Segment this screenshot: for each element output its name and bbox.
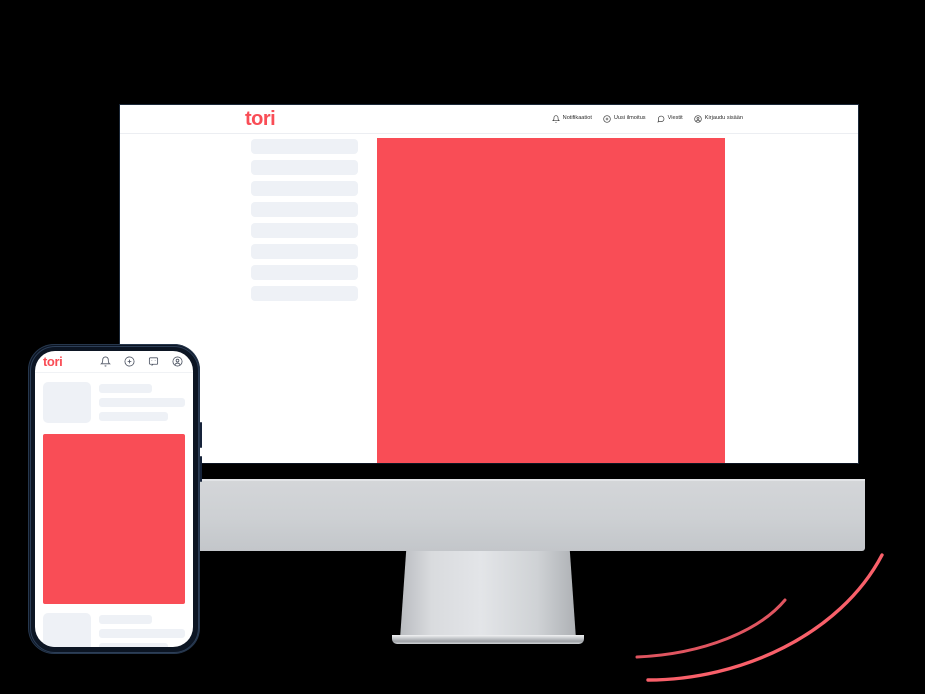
user-circle-icon[interactable] [172,356,183,367]
thumbnail-placeholder [43,613,91,647]
smartphone: tori [28,344,202,654]
bell-icon [551,115,560,123]
plus-circle-icon[interactable] [124,356,135,367]
user-circle-icon [694,115,702,123]
list-item [251,160,358,175]
tori-logo[interactable]: tori [245,108,276,130]
text-line [99,629,185,638]
thumbnail-placeholder [43,382,91,423]
scene-canvas: tori Notifikaatiot Uusi ilmoitus Viestit… [0,0,925,694]
list-item [251,265,358,280]
list-item [251,181,358,196]
list-item [251,223,358,238]
app-header: tori [35,351,193,373]
text-placeholder-lines [99,613,185,647]
text-line [99,412,168,421]
nav-item-kirjaudu-sisaan[interactable]: Kirjaudu sisään [694,115,743,123]
phone-screen: tori [35,351,193,647]
bell-icon[interactable] [100,356,111,367]
nav-item-label: Uusi ilmoitus [613,115,646,122]
text-line [99,643,168,647]
desktop-monitor: tori Notifikaatiot Uusi ilmoitus Viestit… [119,104,859,464]
monitor-stand-neck [400,551,576,639]
app-body [35,373,193,647]
tori-logo-mobile[interactable]: tori [43,354,63,369]
monitor-chin-highlight [197,479,865,481]
sidebar-placeholder-list [251,139,358,307]
decorative-arcs [635,553,884,682]
monitor-stand-base [392,635,584,644]
nav-item-label: Viestit [667,115,683,122]
plus-circle-icon [603,115,611,123]
site-header: tori Notifikaatiot Uusi ilmoitus Viestit… [120,105,858,134]
app-header-icons [100,356,185,367]
nav-item-viestit[interactable]: Viestit [657,115,683,123]
text-placeholder-lines [99,382,185,426]
nav-item-notifikaatiot[interactable]: Notifikaatiot [551,115,592,123]
text-line [99,615,153,624]
nav-item-label: Notifikaatiot [562,115,592,122]
list-item [251,286,358,301]
list-item [43,382,185,426]
phone-volume-button[interactable] [200,422,202,448]
site-nav: Notifikaatiot Uusi ilmoitus Viestit Kirj… [551,105,743,133]
phone-power-button[interactable] [200,456,202,482]
message-icon[interactable] [148,356,159,367]
text-line [99,384,153,393]
monitor-screen: tori Notifikaatiot Uusi ilmoitus Viestit… [120,105,858,463]
desktop-content-block [377,138,725,463]
list-item [251,244,358,259]
text-line [99,398,185,407]
nav-item-label: Kirjaudu sisään [704,115,743,122]
list-item [251,202,358,217]
list-item [251,139,358,154]
message-icon [657,115,665,123]
mobile-content-block [43,434,185,604]
list-item [43,613,185,647]
nav-item-uusi-ilmoitus[interactable]: Uusi ilmoitus [603,115,646,123]
inner-red-arc [635,598,787,659]
